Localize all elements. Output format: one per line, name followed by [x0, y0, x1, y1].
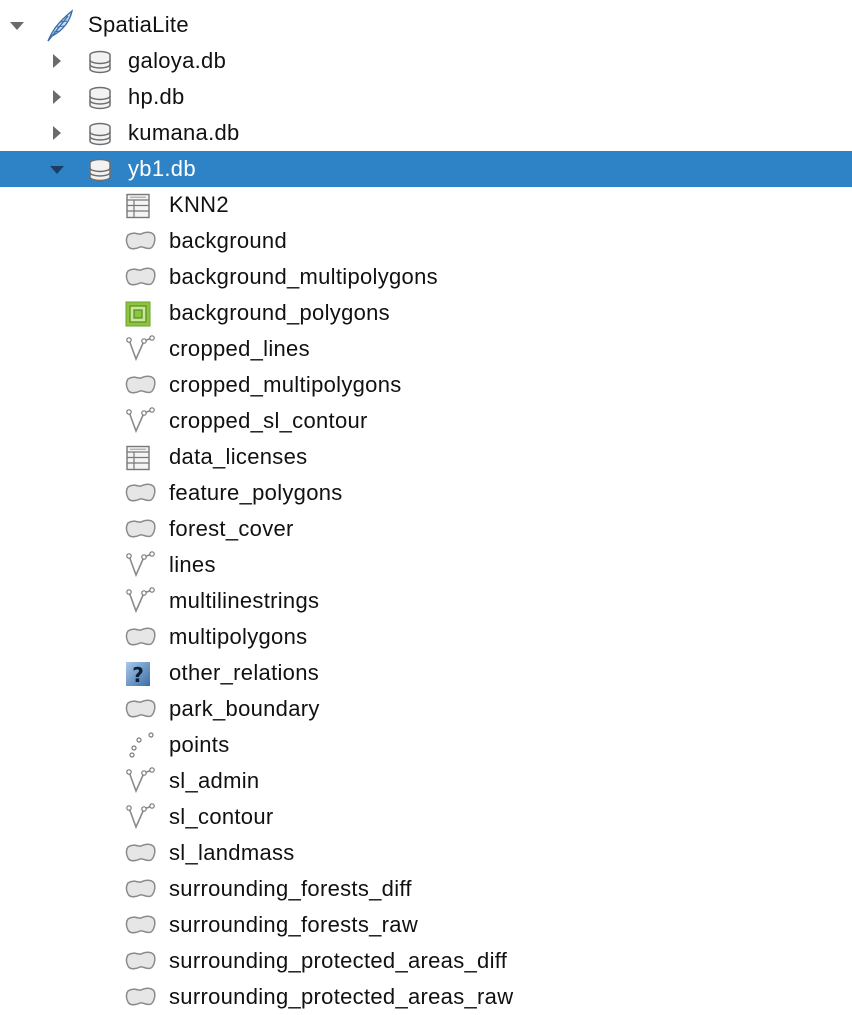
- tree-item-label: hp.db: [128, 84, 185, 109]
- tree-item-hp-db[interactable]: hp.db: [0, 79, 852, 115]
- tree-item-surrounding-forests-diff[interactable]: surrounding_forests_diff: [0, 871, 852, 907]
- polygon-icon: [125, 229, 156, 255]
- browser-tree: SpatiaLite galoya.db hp.db kumana.db yb1.db…: [0, 0, 852, 1015]
- tree-item-label: background_multipolygons: [169, 264, 438, 289]
- polygon-icon: [125, 697, 156, 723]
- tree-item-label: data_licenses: [169, 444, 308, 469]
- tree-item-label: surrounding_protected_areas_diff: [169, 948, 508, 973]
- tree-item-points[interactable]: points: [0, 727, 852, 763]
- tree-item-background-polygons[interactable]: background_polygons: [0, 295, 852, 331]
- tree-item-background[interactable]: background: [0, 223, 852, 259]
- unknown-icon: ?: [125, 661, 151, 687]
- tree-item-label: park_boundary: [169, 696, 320, 721]
- tree-item-surrounding-forests-raw[interactable]: surrounding_forests_raw: [0, 907, 852, 943]
- line-icon: [125, 335, 155, 362]
- line-icon: [125, 803, 155, 830]
- table-icon: [125, 445, 151, 471]
- tree-item-surrounding-protected-areas-diff[interactable]: surrounding_protected_areas_diff: [0, 943, 852, 979]
- tree-item-spatialite[interactable]: SpatiaLite: [0, 7, 852, 43]
- tree-item-yb1-db[interactable]: yb1.db: [0, 151, 852, 187]
- raster-polygon-icon: [125, 301, 151, 327]
- tree-item-cropped-lines[interactable]: cropped_lines: [0, 331, 852, 367]
- expand-arrow-icon[interactable]: [10, 22, 24, 30]
- line-icon: [125, 587, 155, 614]
- tree-item-label: sl_admin: [169, 768, 260, 793]
- point-icon: [125, 731, 154, 758]
- expand-arrow-icon[interactable]: [53, 126, 61, 140]
- polygon-icon: [125, 517, 156, 543]
- tree-item-label: surrounding_protected_areas_raw: [169, 984, 514, 1009]
- polygon-icon: [125, 913, 156, 939]
- tree-item-surrounding-protected-areas-raw[interactable]: surrounding_protected_areas_raw: [0, 979, 852, 1015]
- tree-item-label: other_relations: [169, 660, 320, 685]
- tree-item-label: surrounding_forests_raw: [169, 912, 419, 937]
- tree-item-label: sl_contour: [169, 804, 274, 829]
- tree-item-sl-admin[interactable]: sl_admin: [0, 763, 852, 799]
- expand-arrow-icon[interactable]: [53, 54, 61, 68]
- tree-item-forest-cover[interactable]: forest_cover: [0, 511, 852, 547]
- tree-item-label: background_polygons: [169, 300, 390, 325]
- svg-text:?: ?: [132, 663, 144, 687]
- tree-item-knn2[interactable]: KNN2: [0, 187, 852, 223]
- polygon-icon: [125, 373, 156, 399]
- database-icon: [87, 49, 113, 75]
- database-icon: [87, 121, 113, 147]
- line-icon: [125, 407, 155, 434]
- tree-item-lines[interactable]: lines: [0, 547, 852, 583]
- tree-item-label: surrounding_forests_diff: [169, 876, 412, 901]
- polygon-icon: [125, 877, 156, 903]
- tree-item-cropped-multipolygons[interactable]: cropped_multipolygons: [0, 367, 852, 403]
- tree-item-park-boundary[interactable]: park_boundary: [0, 691, 852, 727]
- tree-item-label: multipolygons: [169, 624, 308, 649]
- feather-icon: [42, 8, 78, 44]
- tree-item-label: cropped_sl_contour: [169, 408, 368, 433]
- tree-item-multipolygons[interactable]: multipolygons: [0, 619, 852, 655]
- polygon-icon: [125, 265, 156, 291]
- line-icon: [125, 767, 155, 794]
- tree-item-label: points: [169, 732, 230, 757]
- tree-item-background-multipolygons[interactable]: background_multipolygons: [0, 259, 852, 295]
- polygon-icon: [125, 985, 156, 1011]
- polygon-icon: [125, 625, 156, 651]
- line-icon: [125, 551, 155, 578]
- tree-item-sl-contour[interactable]: sl_contour: [0, 799, 852, 835]
- tree-item-label: background: [169, 228, 287, 253]
- tree-item-cropped-sl-contour[interactable]: cropped_sl_contour: [0, 403, 852, 439]
- expand-arrow-icon[interactable]: [53, 90, 61, 104]
- tree-item-label: forest_cover: [169, 516, 294, 541]
- collapse-arrow-icon[interactable]: [50, 166, 64, 174]
- tree-item-label: kumana.db: [128, 120, 240, 145]
- tree-item-label: galoya.db: [128, 48, 227, 73]
- tree-item-kumana-db[interactable]: kumana.db: [0, 115, 852, 151]
- tree-item-label: lines: [169, 552, 216, 577]
- polygon-icon: [125, 841, 156, 867]
- database-icon: [87, 157, 113, 183]
- table-icon: [125, 193, 151, 219]
- tree-item-feature-polygons[interactable]: feature_polygons: [0, 475, 852, 511]
- tree-item-multilinestrings[interactable]: multilinestrings: [0, 583, 852, 619]
- tree-item-data-licenses[interactable]: data_licenses: [0, 439, 852, 475]
- tree-item-label: yb1.db: [128, 156, 196, 181]
- tree-item-label: KNN2: [169, 192, 229, 217]
- tree-item-label: cropped_multipolygons: [169, 372, 402, 397]
- tree-item-label: multilinestrings: [169, 588, 320, 613]
- tree-item-sl-landmass[interactable]: sl_landmass: [0, 835, 852, 871]
- tree-item-galoya-db[interactable]: galoya.db: [0, 43, 852, 79]
- polygon-icon: [125, 949, 156, 975]
- polygon-icon: [125, 481, 156, 507]
- tree-item-label: sl_landmass: [169, 840, 295, 865]
- tree-item-label: cropped_lines: [169, 336, 310, 361]
- tree-item-label: feature_polygons: [169, 480, 343, 505]
- tree-item-other-relations[interactable]: ? other_relations: [0, 655, 852, 691]
- database-icon: [87, 85, 113, 111]
- tree-item-label: SpatiaLite: [88, 12, 189, 37]
